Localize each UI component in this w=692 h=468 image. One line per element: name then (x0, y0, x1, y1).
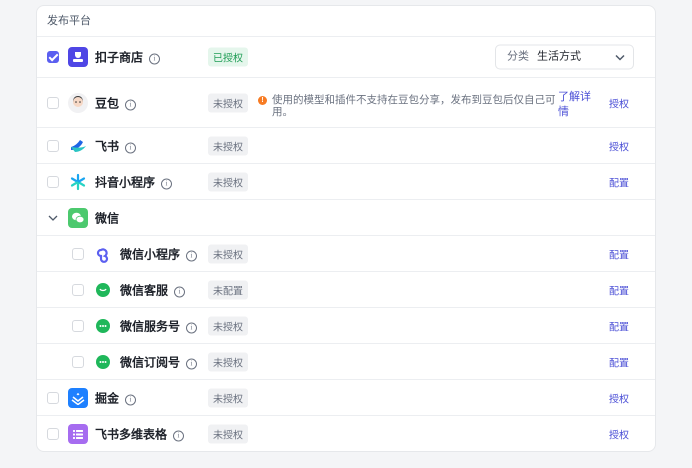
authorize-button[interactable]: 授权 (609, 390, 629, 405)
publish-platforms-panel: 发布平台 扣子商店 i 已授权 分类 生活方式 豆包 i 未授权 ! 使用的模型和插… (36, 5, 656, 452)
status-badge: 未授权 (208, 172, 248, 191)
platform-name: 微信订阅号 i (120, 353, 198, 370)
category-label: 分类 (507, 50, 529, 63)
platform-row-wechat-miniprogram: 微信小程序 i 未授权 配置 (37, 236, 655, 272)
configure-button[interactable]: 配置 (609, 282, 629, 297)
authorize-button[interactable]: 授权 (609, 427, 629, 442)
platform-checkbox[interactable] (47, 175, 59, 188)
category-value: 生活方式 (537, 50, 581, 63)
info-icon[interactable]: i (186, 322, 198, 333)
wechat-subscription-logo-icon (93, 352, 113, 372)
platform-name: 抖音小程序 i (95, 173, 173, 190)
configure-button[interactable]: 配置 (609, 174, 629, 189)
status-badge: 未授权 (208, 388, 248, 407)
platform-name: 微信服务号 i (120, 317, 198, 334)
platform-name: 飞书多维表格 i (95, 426, 185, 443)
feishu-logo-icon (68, 136, 88, 156)
platform-row-wechat-service-account: 微信服务号 i 未授权 配置 (37, 308, 655, 344)
platform-checkbox[interactable] (47, 51, 59, 63)
platform-name: 豆包 i (95, 94, 137, 111)
status-badge: 未授权 (208, 352, 248, 371)
chevron-down-icon (615, 54, 625, 61)
status-badge: 未授权 (208, 316, 248, 335)
platform-name: 微信小程序 i (120, 245, 198, 262)
configure-button[interactable]: 配置 (609, 246, 629, 261)
status-badge: 未配置 (208, 280, 248, 299)
warning-icon: ! (258, 96, 267, 105)
status-badge: 未授权 (208, 136, 248, 155)
info-icon[interactable]: i (186, 250, 198, 261)
status-badge: 未授权 (208, 424, 248, 444)
platform-checkbox[interactable] (72, 319, 84, 332)
configure-button[interactable]: 配置 (609, 318, 629, 333)
platform-row-feishu: 飞书 i 未授权 授权 (37, 128, 655, 164)
platform-name: 掘金 i (95, 389, 137, 406)
wechat-service-account-logo-icon (93, 316, 113, 336)
info-icon[interactable]: i (125, 394, 137, 405)
platform-checkbox[interactable] (72, 247, 84, 260)
platform-checkbox[interactable] (72, 283, 84, 296)
category-select[interactable]: 分类 生活方式 (495, 44, 634, 70)
platform-row-feishu-bitable: 飞书多维表格 i 未授权 授权 (37, 416, 655, 451)
doubao-avatar-icon (68, 92, 88, 113)
platform-group-name: 微信 (95, 211, 120, 225)
platform-row-douyin-miniapp: 抖音小程序 i 未授权 配置 (37, 164, 655, 200)
info-icon[interactable]: i (186, 358, 198, 369)
status-badge: 未授权 (208, 93, 248, 112)
info-icon[interactable]: i (125, 99, 137, 110)
info-icon[interactable]: i (161, 178, 173, 189)
platform-row-wechat-subscription: 微信订阅号 i 未授权 配置 (37, 344, 655, 380)
platform-name: 扣子商店 i (95, 49, 161, 66)
status-badge: 未授权 (208, 244, 248, 263)
info-icon[interactable]: i (125, 142, 137, 153)
wechat-logo-icon (68, 207, 88, 228)
status-badge: 已授权 (208, 47, 248, 67)
platform-name: 飞书 i (95, 137, 137, 154)
panel-title: 发布平台 (37, 6, 655, 37)
platform-row-coze-store: 扣子商店 i 已授权 分类 生活方式 (37, 37, 655, 78)
authorize-button[interactable]: 授权 (609, 95, 629, 110)
info-icon[interactable]: i (174, 286, 186, 297)
platform-checkbox[interactable] (47, 391, 59, 404)
platform-checkbox[interactable] (72, 355, 84, 368)
info-icon[interactable]: i (173, 430, 185, 442)
wechat-customer-service-logo-icon (93, 280, 113, 300)
wechat-miniprogram-logo-icon (93, 244, 113, 264)
juejin-logo-icon (68, 387, 88, 408)
authorize-button[interactable]: 授权 (609, 138, 629, 153)
platform-name: 微信客服 i (120, 281, 186, 298)
learn-more-link[interactable]: 了解详情 (558, 90, 598, 120)
info-icon[interactable]: i (149, 53, 161, 65)
platform-checkbox[interactable] (47, 428, 59, 440)
platform-row-juejin: 掘金 i 未授权 授权 (37, 380, 655, 416)
configure-button[interactable]: 配置 (609, 354, 629, 369)
platform-row-wechat-service: 微信客服 i 未配置 配置 (37, 272, 655, 308)
platform-checkbox[interactable] (47, 139, 59, 152)
feishu-bitable-logo-icon (68, 424, 88, 444)
chevron-down-icon[interactable] (48, 213, 58, 223)
platform-checkbox[interactable] (47, 96, 59, 109)
platform-group-wechat: 微信 (37, 200, 655, 236)
douyin-miniapp-logo-icon (68, 172, 88, 192)
platform-row-doubao: 豆包 i 未授权 ! 使用的模型和插件不支持在豆包分享，发布到豆包后仅自己可用。 … (37, 78, 655, 128)
coze-store-logo-icon (68, 47, 88, 67)
